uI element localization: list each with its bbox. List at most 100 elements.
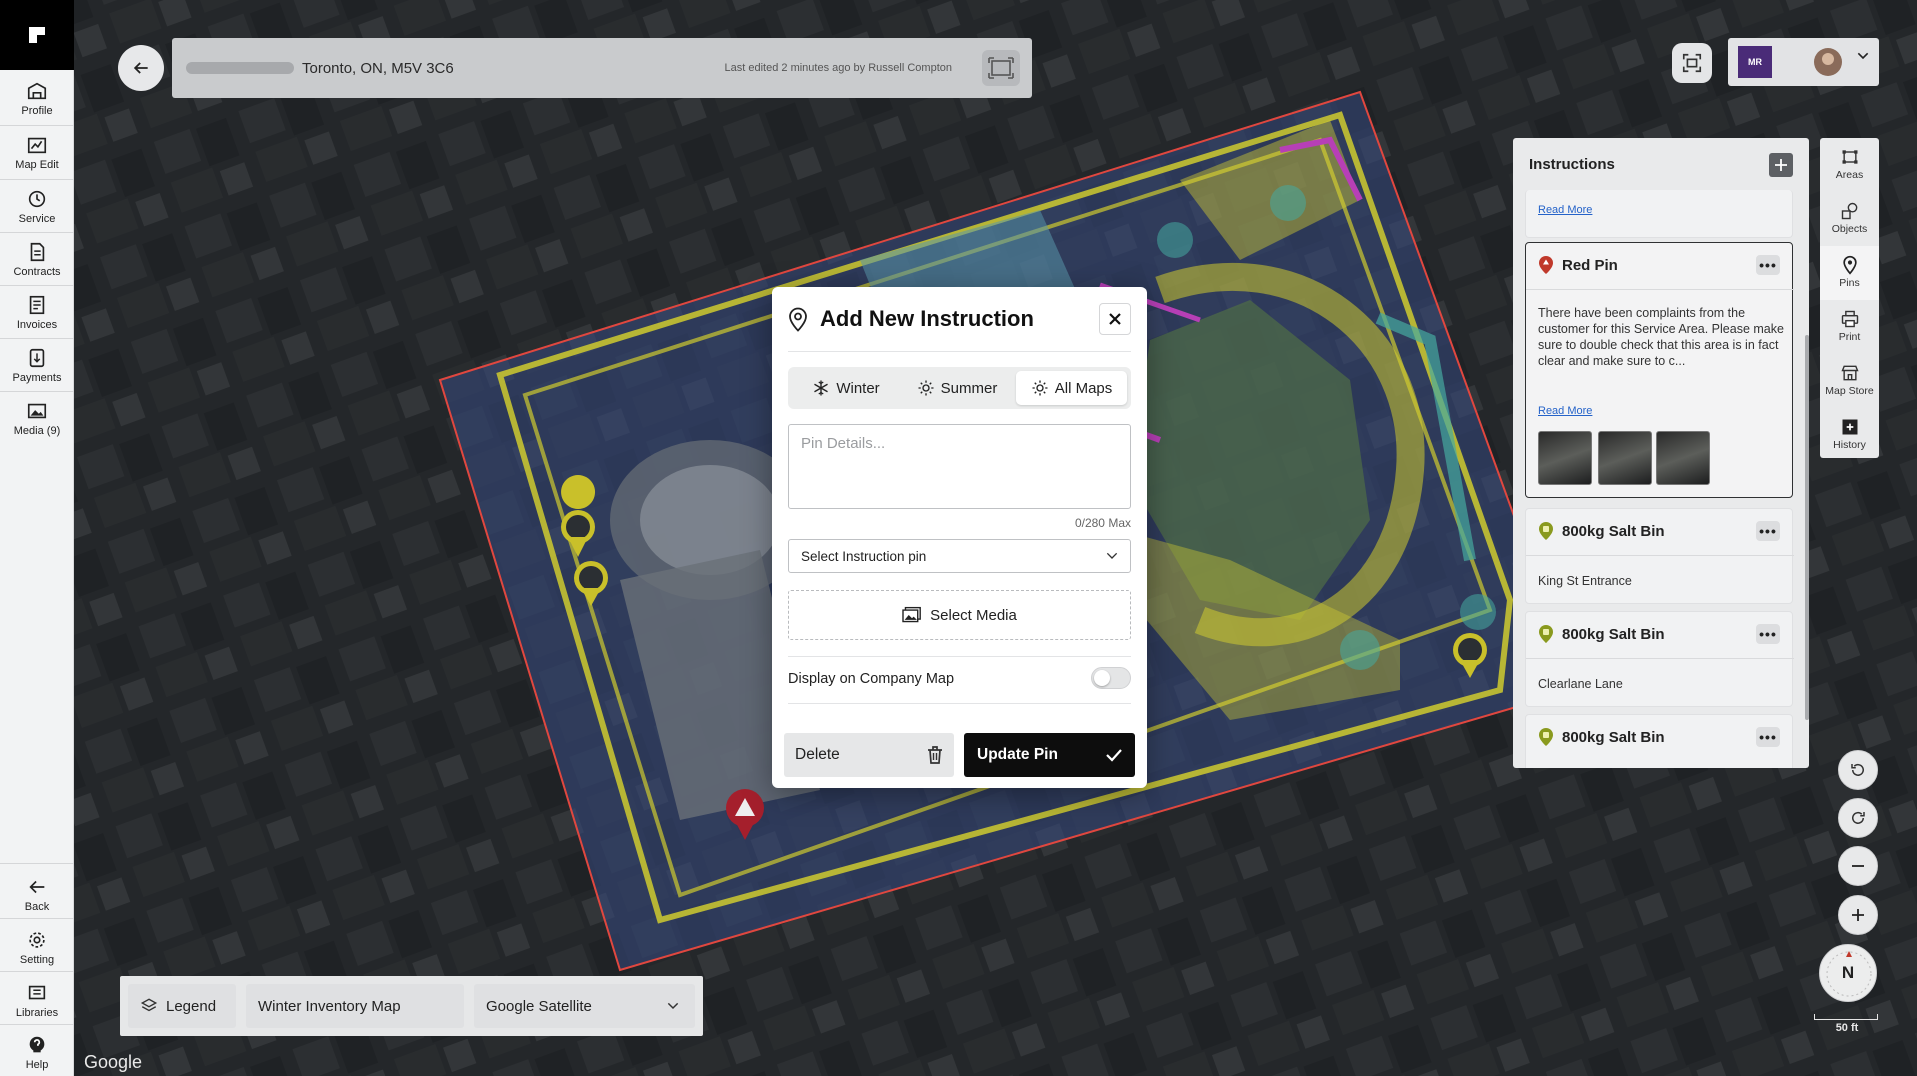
instruction-card[interactable]: Read More (1525, 190, 1793, 238)
help-icon (29, 1036, 45, 1053)
tool-areas[interactable]: Areas (1820, 138, 1879, 192)
map-name-field[interactable]: Winter Inventory Map (246, 984, 464, 1028)
legend-label: Legend (166, 997, 217, 1015)
select-media-button[interactable]: Select Media (788, 590, 1131, 640)
tool-map-store[interactable]: Map Store (1820, 354, 1879, 408)
close-button[interactable] (1099, 303, 1131, 335)
card-divider (1526, 289, 1794, 290)
trash-icon (928, 746, 942, 764)
tab-label: Summer (940, 379, 998, 397)
redacted-street (186, 62, 294, 74)
tool-print[interactable]: Print (1820, 300, 1879, 354)
add-instruction-dialog: Add New Instruction Winter Summer All Ma… (772, 287, 1147, 788)
sidebar-item-setting[interactable]: Setting (0, 921, 74, 974)
rotate-left-button[interactable] (1838, 750, 1878, 790)
tool-pins[interactable]: Pins (1820, 246, 1879, 300)
display-on-company-map-toggle[interactable] (1091, 667, 1131, 689)
add-instruction-button[interactable] (1769, 153, 1793, 177)
media-thumbnail[interactable] (1598, 431, 1652, 485)
tool-history[interactable]: History (1820, 408, 1879, 462)
sidebar-item-help[interactable]: Help (0, 1026, 74, 1076)
tab-winter[interactable]: Winter (792, 371, 900, 405)
map-edit-icon (27, 137, 47, 154)
google-attribution: Google (84, 1052, 143, 1072)
tool-label: Objects (1831, 223, 1868, 235)
instruction-card-salt-bin[interactable]: 800kg Salt Bin ••• (1525, 714, 1793, 768)
delete-label: Delete (795, 746, 840, 763)
scan-icon (1682, 53, 1702, 73)
sidebar-item-contracts[interactable]: Contracts (0, 233, 74, 286)
update-pin-button[interactable]: Update Pin (964, 733, 1135, 777)
map-season-toggle: Winter Summer All Maps (788, 367, 1131, 409)
company-logo: MR (1738, 46, 1772, 78)
sidebar-item-media[interactable]: Media (9) (0, 392, 74, 445)
media-thumbnail[interactable] (1656, 431, 1710, 485)
last-edited-text: Last edited 2 minutes ago by Russell Com… (724, 62, 952, 74)
legend-button[interactable]: Legend (128, 984, 236, 1028)
scale-bar (1814, 1014, 1878, 1020)
rotate-right-button[interactable] (1838, 798, 1878, 838)
salt-bin-pin-icon (1539, 625, 1553, 643)
red-pin-icon (1539, 256, 1553, 274)
frame-icon (988, 57, 1014, 79)
instructions-header: Instructions (1513, 138, 1809, 190)
sidebar-item-label: Back (24, 901, 50, 913)
image-icon (27, 403, 47, 419)
sidebar-item-label: Media (9) (13, 425, 61, 437)
instruction-name: 800kg Salt Bin (1562, 523, 1665, 540)
chevron-down-icon (667, 1002, 679, 1010)
more-options-button[interactable]: ••• (1756, 727, 1780, 747)
media-thumbnail[interactable] (1538, 431, 1592, 485)
location-pin-icon (789, 307, 807, 332)
dialog-divider (788, 351, 1131, 352)
rotate-right-icon (1852, 811, 1865, 824)
invoice-icon (29, 295, 45, 315)
instruction-pin-select[interactable]: Select Instruction pin (788, 539, 1131, 573)
screenshot-button[interactable] (1672, 43, 1712, 83)
tab-label: All Maps (1054, 379, 1113, 397)
instruction-card-salt-bin[interactable]: 800kg Salt Bin ••• Clearlane Lane (1525, 611, 1794, 707)
read-more-link[interactable]: Read More (1538, 204, 1592, 216)
delete-button[interactable]: Delete (784, 733, 954, 777)
map-tools: Areas Objects Pins Print Map Store Histo… (1820, 138, 1879, 458)
fit-area-button[interactable] (982, 50, 1020, 86)
rotate-left-icon (1851, 763, 1864, 776)
more-options-button[interactable]: ••• (1756, 624, 1780, 644)
sidebar-item-payments[interactable]: Payments (0, 339, 74, 392)
tool-label: Areas (1835, 169, 1864, 181)
address-bar[interactable]: Toronto, ON, M5V 3C6 Last edited 2 minut… (172, 38, 1032, 98)
profile-icon (27, 82, 47, 100)
tab-all-maps[interactable]: All Maps (1016, 371, 1127, 405)
arrow-left-icon (29, 880, 45, 894)
avatar (1814, 48, 1842, 76)
select-value: Select Instruction pin (801, 548, 927, 564)
store-icon (1840, 365, 1859, 381)
sidebar-item-service[interactable]: Service (0, 180, 74, 233)
sidebar-item-profile[interactable]: Profile (0, 72, 74, 125)
instruction-description: There have been complaints from the cust… (1538, 306, 1784, 368)
compass-label: N (1841, 963, 1855, 982)
app-logo[interactable] (0, 0, 74, 70)
instruction-card-salt-bin[interactable]: 800kg Salt Bin ••• King St Entrance (1525, 508, 1794, 604)
back-button[interactable] (118, 45, 164, 91)
account-menu[interactable]: MR (1728, 38, 1879, 86)
tool-objects[interactable]: Objects (1820, 192, 1879, 246)
areas-icon (1842, 150, 1857, 164)
check-icon (1106, 749, 1122, 762)
sidebar-item-back[interactable]: Back (0, 868, 74, 921)
pin-details-input[interactable] (788, 424, 1131, 509)
sidebar-item-invoices[interactable]: Invoices (0, 286, 74, 339)
display-on-company-map-label: Display on Company Map (788, 671, 955, 687)
more-options-button[interactable]: ••• (1756, 255, 1780, 275)
read-more-link[interactable]: Read More (1538, 405, 1592, 417)
more-options-button[interactable]: ••• (1756, 521, 1780, 541)
sidebar-item-libraries[interactable]: Libraries (0, 974, 74, 1027)
instructions-scrollbar[interactable] (1805, 335, 1809, 720)
compass[interactable]: N (1819, 944, 1877, 1002)
zoom-in-button[interactable] (1838, 895, 1878, 935)
instruction-card-red-pin[interactable]: Red Pin ••• There have been complaints f… (1525, 242, 1794, 498)
basemap-select[interactable]: Google Satellite (474, 984, 695, 1028)
zoom-out-button[interactable] (1838, 846, 1878, 886)
tab-summer[interactable]: Summer (902, 371, 1012, 405)
sidebar-item-map-edit[interactable]: Map Edit (0, 126, 74, 179)
